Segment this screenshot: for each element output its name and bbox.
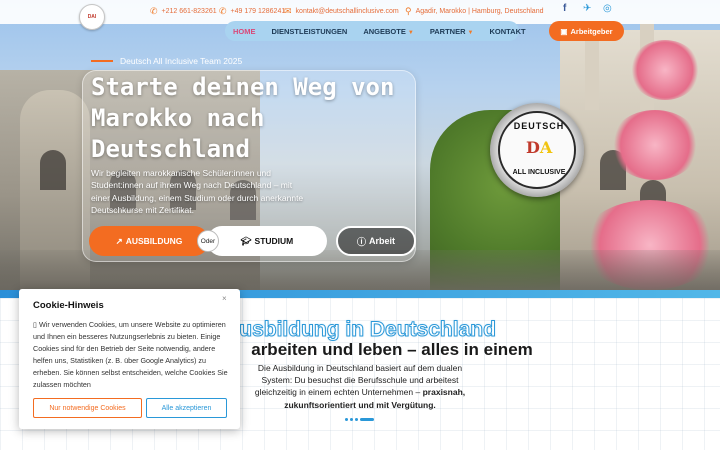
castle-window — [40, 150, 66, 190]
section-text: Die Ausbildung in Deutschland basiert au… — [245, 362, 475, 411]
location-pin-icon: ⚲ — [405, 6, 412, 16]
email-text: kontakt@deutschallinclusive.com — [295, 8, 399, 15]
employer-button[interactable]: ▣ Arbeitgeber — [549, 21, 624, 41]
briefcase-icon: ▣ — [560, 26, 568, 36]
studium-button[interactable]: 🎓︎ STUDIUM — [207, 226, 327, 256]
nav-item-dienstleistungen[interactable]: DIENSTLEISTUNGEN — [264, 27, 356, 36]
employer-label: Arbeitgeber — [570, 26, 613, 36]
section-title: Ausbildung in Deutschland — [224, 318, 497, 342]
ausbildung-label: AUSBILDUNG — [125, 236, 183, 246]
section-divider-dots — [345, 418, 375, 421]
facebook-icon[interactable]: f — [563, 3, 566, 14]
cookie-dialog: Cookie-Hinweis × ▯ Wir verwenden Cookies… — [19, 289, 240, 429]
necessary-cookies-button[interactable]: Nur notwendige Cookies — [33, 398, 142, 418]
oder-badge: Oder — [197, 230, 219, 252]
cherry-blossom — [610, 110, 700, 180]
cherry-blossom — [630, 40, 700, 100]
studium-label: STUDIUM — [254, 236, 294, 246]
phone-1-text: +212 661-823261 — [161, 8, 217, 15]
contact-phone-1[interactable]: ✆ +212 661-823261 — [150, 6, 217, 17]
cookie-title: Cookie-Hinweis — [33, 300, 104, 311]
team-label-accent-line — [91, 60, 113, 62]
phone-icon: ✆ — [150, 6, 158, 16]
close-icon[interactable]: × — [222, 294, 227, 303]
phone-2-text: +49 179 1286241 — [230, 8, 286, 15]
contact-email[interactable]: ✉ kontakt@deutschallinclusive.com — [284, 6, 399, 17]
instagram-icon[interactable]: ◎ — [603, 3, 612, 14]
arbeit-label: Arbeit — [369, 236, 396, 246]
chevron-down-icon: ▼ — [467, 29, 474, 36]
section-text-bold-2: zukunftsorientiert und mit Vergütung. — [284, 399, 436, 410]
accept-all-cookies-button[interactable]: Alle akzeptieren — [146, 398, 227, 418]
seal-inner: DEUTSCH DA ALL INCLUSIVE — [498, 111, 576, 189]
deutsch-all-inclusive-seal: DEUTSCH DA ALL INCLUSIVE — [490, 103, 584, 197]
seal-logo-mark: DA — [526, 138, 553, 157]
ausbildung-button[interactable]: ↗ AUSBILDUNG — [89, 226, 209, 256]
main-nav: HOME DIENSTLEISTUNGEN ANGEBOTE ▼ PARTNER ▼… — [225, 21, 526, 41]
arrow-up-right-icon: ↗ — [115, 235, 123, 246]
section-text-bold-1: praxisnah, — [422, 387, 466, 398]
cookie-text: ▯ Wir verwenden Cookies, um unsere Websi… — [33, 319, 229, 391]
mail-icon: ✉ — [284, 6, 292, 16]
phone-icon: ✆ — [219, 6, 227, 16]
chevron-down-icon: ▼ — [407, 29, 414, 36]
contact-location[interactable]: ⚲ Agadir, Marokko | Hamburg, Deutschland — [405, 6, 543, 17]
telegram-icon[interactable]: ✈ — [583, 3, 591, 14]
graduation-cap-icon: 🎓︎ — [240, 235, 252, 246]
nav-item-partner[interactable]: PARTNER ▼ — [422, 27, 482, 36]
seal-top-text: DEUTSCH — [513, 121, 565, 131]
nav-item-angebote[interactable]: ANGEBOTE ▼ — [355, 27, 421, 36]
arbeit-button[interactable]: ⓘ Arbeit — [336, 226, 416, 256]
location-text: Agadir, Marokko | Hamburg, Deutschland — [415, 8, 544, 15]
nav-item-home[interactable]: HOME — [225, 27, 264, 36]
nav-item-kontakt[interactable]: KONTAKT — [481, 27, 533, 36]
info-icon: ⓘ — [356, 236, 366, 247]
contact-phone-2[interactable]: ✆ +49 179 1286241 — [219, 6, 285, 17]
site-logo[interactable]: DAI — [79, 4, 105, 30]
hero-title: Starte deinen Weg von Marokko nach Deuts… — [91, 73, 395, 163]
hero-text: Wir begleiten marokkanische Schüler:inne… — [91, 168, 304, 215]
team-label: Deutsch All Inclusive Team 2025 — [120, 56, 243, 66]
seal-bottom-text: ALL INCLUSIVE — [512, 169, 566, 176]
cookie-text-body: Wir verwenden Cookies, um unsere Website… — [33, 320, 228, 389]
section-subtitle: arbeiten und leben – alles in einem — [251, 340, 533, 359]
